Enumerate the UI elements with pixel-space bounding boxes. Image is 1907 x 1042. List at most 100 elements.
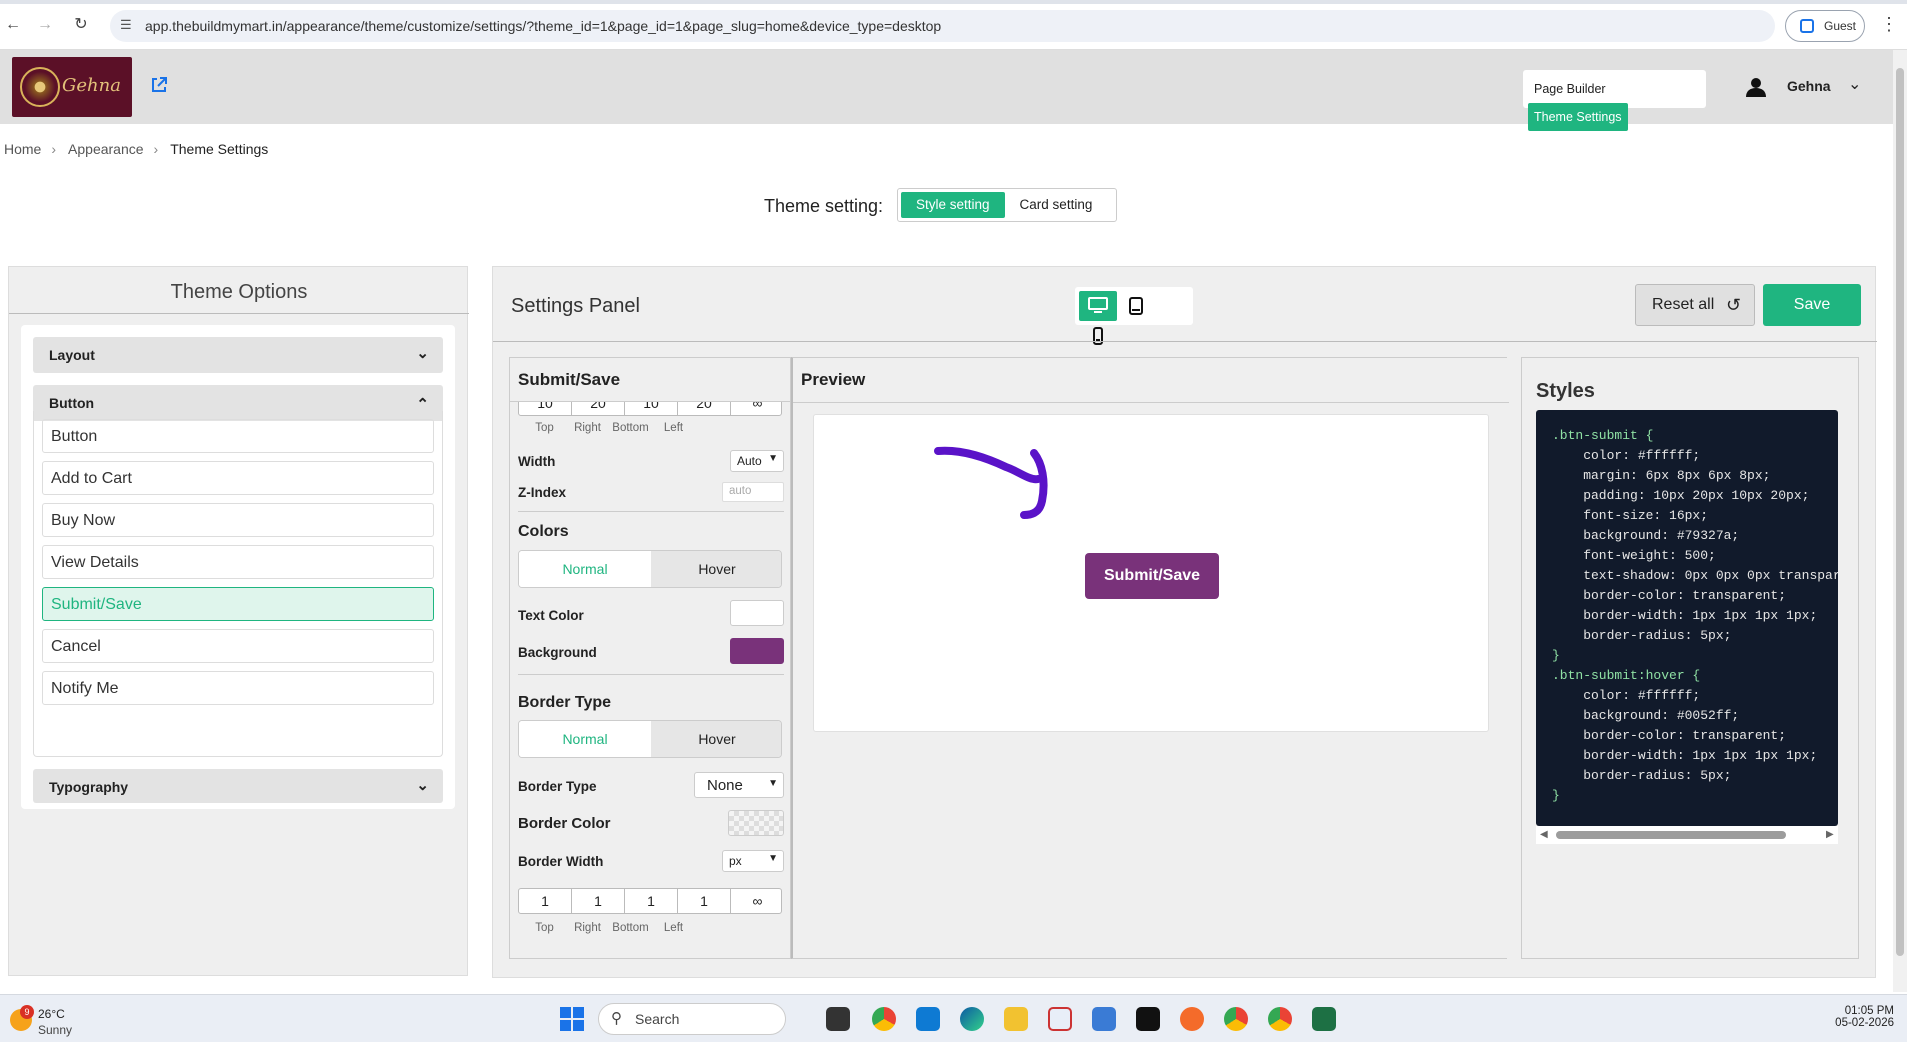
code-scrollbar-thumb[interactable] bbox=[1556, 831, 1786, 839]
style-setting-tab[interactable]: Style setting bbox=[901, 192, 1005, 218]
width-select[interactable]: Auto ▼ bbox=[730, 450, 784, 472]
button-type-notify-me[interactable]: Notify Me bbox=[42, 671, 434, 705]
border-color-row: Border Color bbox=[518, 810, 784, 836]
background-label: Background bbox=[518, 645, 597, 660]
brand-logo[interactable]: Gehna bbox=[12, 57, 132, 117]
terminal-app-icon[interactable] bbox=[1136, 1007, 1160, 1031]
windows-start-icon[interactable] bbox=[560, 1007, 584, 1031]
reset-all-button[interactable]: Reset all ↺ bbox=[1635, 284, 1755, 326]
background-row: Background bbox=[518, 638, 784, 666]
page-scrollbar[interactable] bbox=[1893, 50, 1907, 992]
colors-normal-tab[interactable]: Normal bbox=[519, 551, 651, 587]
code-horizontal-scrollbar[interactable]: ◀ ▶ bbox=[1536, 826, 1838, 844]
snipping-tool-icon[interactable] bbox=[1048, 1007, 1072, 1031]
text-color-label: Text Color bbox=[518, 608, 584, 623]
windows-taskbar: 9 26°C Sunny ⚲ Search 01:05 PM 05-02-202… bbox=[0, 994, 1907, 1042]
chrome-profile-icon[interactable] bbox=[1224, 1007, 1248, 1031]
css-code-line: text-shadow: 0px 0px 0px transparent; bbox=[1583, 568, 1838, 583]
taskbar-search[interactable]: ⚲ Search bbox=[598, 1003, 786, 1035]
border-width-left-input[interactable]: 1 bbox=[678, 889, 731, 913]
site-settings-icon[interactable]: ☰ bbox=[120, 17, 132, 33]
preview-pane: Preview Submit/Save ▲ ▼ bbox=[791, 357, 1807, 960]
tab-theme-settings[interactable]: Theme Settings bbox=[1528, 103, 1628, 131]
button-type-cancel[interactable]: Cancel bbox=[42, 629, 434, 663]
excel-icon[interactable] bbox=[1312, 1007, 1336, 1031]
desktop-icon[interactable] bbox=[1079, 291, 1117, 321]
link-icon[interactable]: ∞ bbox=[731, 889, 784, 913]
preview-submit-save-button[interactable]: Submit/Save bbox=[1085, 553, 1219, 599]
guest-profile-button[interactable]: Guest bbox=[1785, 10, 1865, 42]
border-type-select[interactable]: None ▼ bbox=[694, 772, 784, 798]
tab-page-builder[interactable]: Page Builder bbox=[1528, 75, 1612, 103]
tablet-icon[interactable] bbox=[1117, 291, 1155, 321]
button-type-add-to-cart[interactable]: Add to Cart bbox=[42, 461, 434, 495]
border-width-top-input[interactable]: 1 bbox=[519, 889, 572, 913]
card-setting-tab[interactable]: Card setting bbox=[1005, 192, 1108, 218]
user-icon bbox=[1746, 78, 1766, 97]
forward-icon[interactable]: → bbox=[34, 14, 56, 36]
breadcrumb-separator-icon: › bbox=[51, 141, 57, 157]
border-width-right-input[interactable]: 1 bbox=[572, 889, 625, 913]
zindex-input[interactable]: auto bbox=[722, 482, 784, 502]
border-width-label: Border Width bbox=[518, 854, 604, 869]
chrome-profile-icon[interactable] bbox=[1268, 1007, 1292, 1031]
reload-icon[interactable]: ↻ bbox=[70, 14, 92, 36]
button-type-submit-save[interactable]: Submit/Save bbox=[42, 587, 434, 621]
config-title: Submit/Save bbox=[518, 370, 621, 389]
divider bbox=[793, 402, 1509, 403]
breadcrumb-appearance[interactable]: Appearance bbox=[68, 141, 144, 157]
border-width-bottom-input[interactable]: 1 bbox=[625, 889, 678, 913]
file-explorer-icon[interactable] bbox=[1004, 1007, 1028, 1031]
postman-icon[interactable] bbox=[1180, 1007, 1204, 1031]
mobile-icon[interactable] bbox=[1079, 321, 1117, 351]
breadcrumb-separator-icon: › bbox=[153, 141, 159, 157]
border-type-row: Border Type None ▼ bbox=[518, 772, 784, 798]
scroll-left-icon[interactable]: ◀ bbox=[1540, 829, 1548, 840]
scroll-right-icon[interactable]: ▶ bbox=[1826, 829, 1834, 840]
colors-hover-tab[interactable]: Hover bbox=[651, 551, 781, 587]
back-icon[interactable]: ← bbox=[2, 14, 24, 36]
button-type-button[interactable]: Button bbox=[42, 419, 434, 453]
page-scrollbar-thumb[interactable] bbox=[1896, 68, 1904, 956]
browser-menu-icon[interactable]: ⋮ bbox=[1880, 14, 1898, 35]
border-normal-tab[interactable]: Normal bbox=[519, 721, 651, 757]
app-header: Gehna Page BuilderTheme Settings Gehna ⌄ bbox=[0, 50, 1893, 131]
width-row: Width Auto ▼ bbox=[518, 450, 784, 474]
external-link-icon[interactable] bbox=[150, 76, 168, 94]
config-column[interactable]: Submit/Save 10 20 10 20 ∞ Top Right Bott… bbox=[509, 357, 791, 959]
theme-options-list: Layout ⌄ Button ⌃ Button Add to Cart Buy… bbox=[21, 325, 455, 809]
side-label-left: Left bbox=[663, 422, 684, 434]
task-view-icon[interactable] bbox=[826, 1007, 850, 1031]
vscode-icon[interactable] bbox=[916, 1007, 940, 1031]
zindex-row: Z-Index auto bbox=[518, 482, 784, 506]
accordion-typography[interactable]: Typography ⌄ bbox=[33, 769, 443, 803]
border-color-swatch[interactable] bbox=[728, 810, 784, 836]
tab-strip bbox=[0, 0, 1907, 4]
button-type-buy-now[interactable]: Buy Now bbox=[42, 503, 434, 537]
text-color-row: Text Color bbox=[518, 600, 784, 628]
theme-options-panel: Theme Options Layout ⌄ Button ⌃ Button A… bbox=[8, 266, 469, 976]
border-width-unit-select[interactable]: px ▼ bbox=[722, 850, 784, 872]
button-type-view-details[interactable]: View Details bbox=[42, 545, 434, 579]
address-bar[interactable]: ☰ app.thebuildmymart.in/appearance/theme… bbox=[110, 10, 1775, 42]
css-code-line: } bbox=[1552, 648, 1560, 663]
edge-icon[interactable] bbox=[960, 1007, 984, 1031]
breadcrumb-home[interactable]: Home bbox=[4, 141, 41, 157]
css-code-line: background: #0052ff; bbox=[1552, 708, 1740, 723]
notepad-icon[interactable] bbox=[1092, 1007, 1116, 1031]
border-hover-tab[interactable]: Hover bbox=[651, 721, 781, 757]
css-code-line: border-color: transparent; bbox=[1552, 588, 1787, 603]
weather-desc: Sunny bbox=[38, 1023, 73, 1037]
styles-pane: Styles .btn-submit { color: #ffffff; mar… bbox=[1521, 357, 1859, 959]
border-type-title: Border Type bbox=[518, 694, 612, 711]
background-swatch[interactable] bbox=[730, 638, 784, 664]
css-code-line: font-size: 16px; bbox=[1552, 508, 1709, 523]
chrome-icon[interactable] bbox=[872, 1007, 896, 1031]
divider bbox=[518, 511, 784, 512]
divider bbox=[518, 674, 784, 675]
accordion-layout[interactable]: Layout ⌄ bbox=[33, 337, 443, 373]
css-code-line: .btn-submit { bbox=[1552, 428, 1654, 443]
system-clock[interactable]: 01:05 PM 05-02-2026 bbox=[1810, 1005, 1894, 1029]
save-button[interactable]: Save bbox=[1763, 284, 1861, 326]
text-color-swatch[interactable] bbox=[730, 600, 784, 626]
